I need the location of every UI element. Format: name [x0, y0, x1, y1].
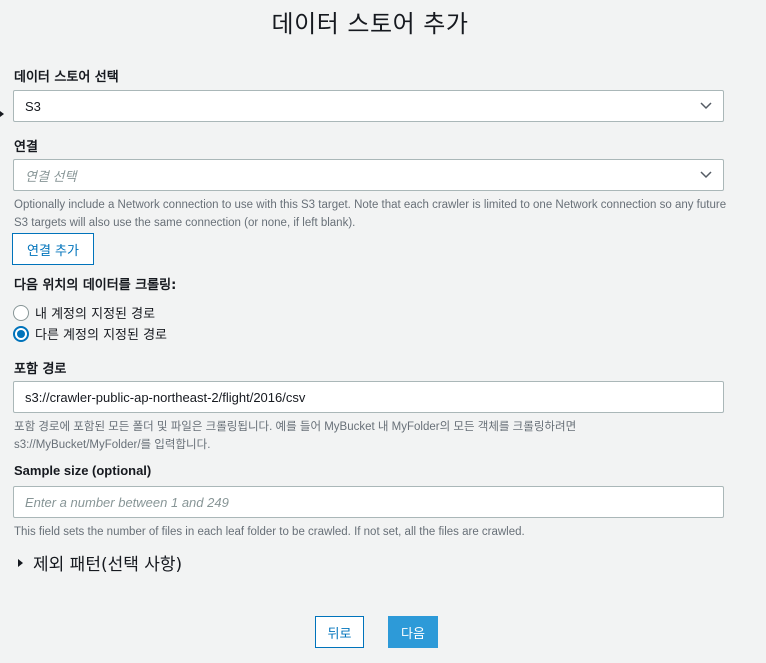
- connection-placeholder: 연결 선택: [25, 168, 77, 184]
- include-path-hint: 포함 경로에 포함된 모든 폴더 및 파일은 크롤링됩니다. 예를 들어 MyB…: [14, 421, 577, 451]
- sample-size-placeholder: Enter a number between 1 and 249: [25, 494, 229, 510]
- sample-size-hint: This field sets the number of files in e…: [14, 526, 525, 538]
- next-button[interactable]: 다음: [388, 616, 438, 648]
- sample-size-label: Sample size (optional): [14, 463, 152, 478]
- radio-label: 다른 계정의 지정된 경로: [35, 328, 167, 343]
- include-path-label: 포함 경로: [14, 362, 67, 377]
- add-connection-button[interactable]: 연결 추가: [12, 233, 94, 265]
- chevron-down-icon: [700, 169, 712, 181]
- connection-hint: Optionally include a Network connection …: [14, 199, 727, 229]
- page-title: 데이터 스토어 추가: [271, 10, 469, 38]
- datastore-select[interactable]: S3: [13, 90, 724, 122]
- sample-size-input[interactable]: Enter a number between 1 and 249: [13, 486, 724, 518]
- datastore-selected-value: S3: [25, 98, 41, 114]
- caret-right-icon: [18, 558, 23, 567]
- crawl-location-label: 다음 위치의 데이터를 크롤링:: [14, 278, 177, 293]
- radio-button[interactable]: [13, 304, 29, 321]
- chevron-down-icon: [700, 100, 712, 112]
- radio-label: 내 계정의 지정된 경로: [35, 307, 156, 322]
- caret-right-icon: [0, 111, 4, 117]
- include-path-input[interactable]: s3://crawler-public-ap-northeast-2/fligh…: [13, 381, 724, 413]
- radio-other-account[interactable]: 다른 계정의 지정된 경로: [13, 324, 167, 343]
- exclude-patterns-label: 제외 패턴(선택 사항): [33, 555, 183, 575]
- datastore-label: 데이터 스토어 선택: [14, 70, 119, 85]
- connection-select[interactable]: 연결 선택: [13, 159, 724, 191]
- radio-button-checked[interactable]: [13, 325, 29, 342]
- radio-own-account[interactable]: 내 계정의 지정된 경로: [13, 303, 155, 322]
- back-button[interactable]: 뒤로: [315, 616, 364, 648]
- include-path-value: s3://crawler-public-ap-northeast-2/fligh…: [25, 389, 306, 405]
- exclude-patterns-toggle[interactable]: 제외 패턴(선택 사항): [18, 550, 182, 575]
- connection-label: 연결: [14, 140, 38, 155]
